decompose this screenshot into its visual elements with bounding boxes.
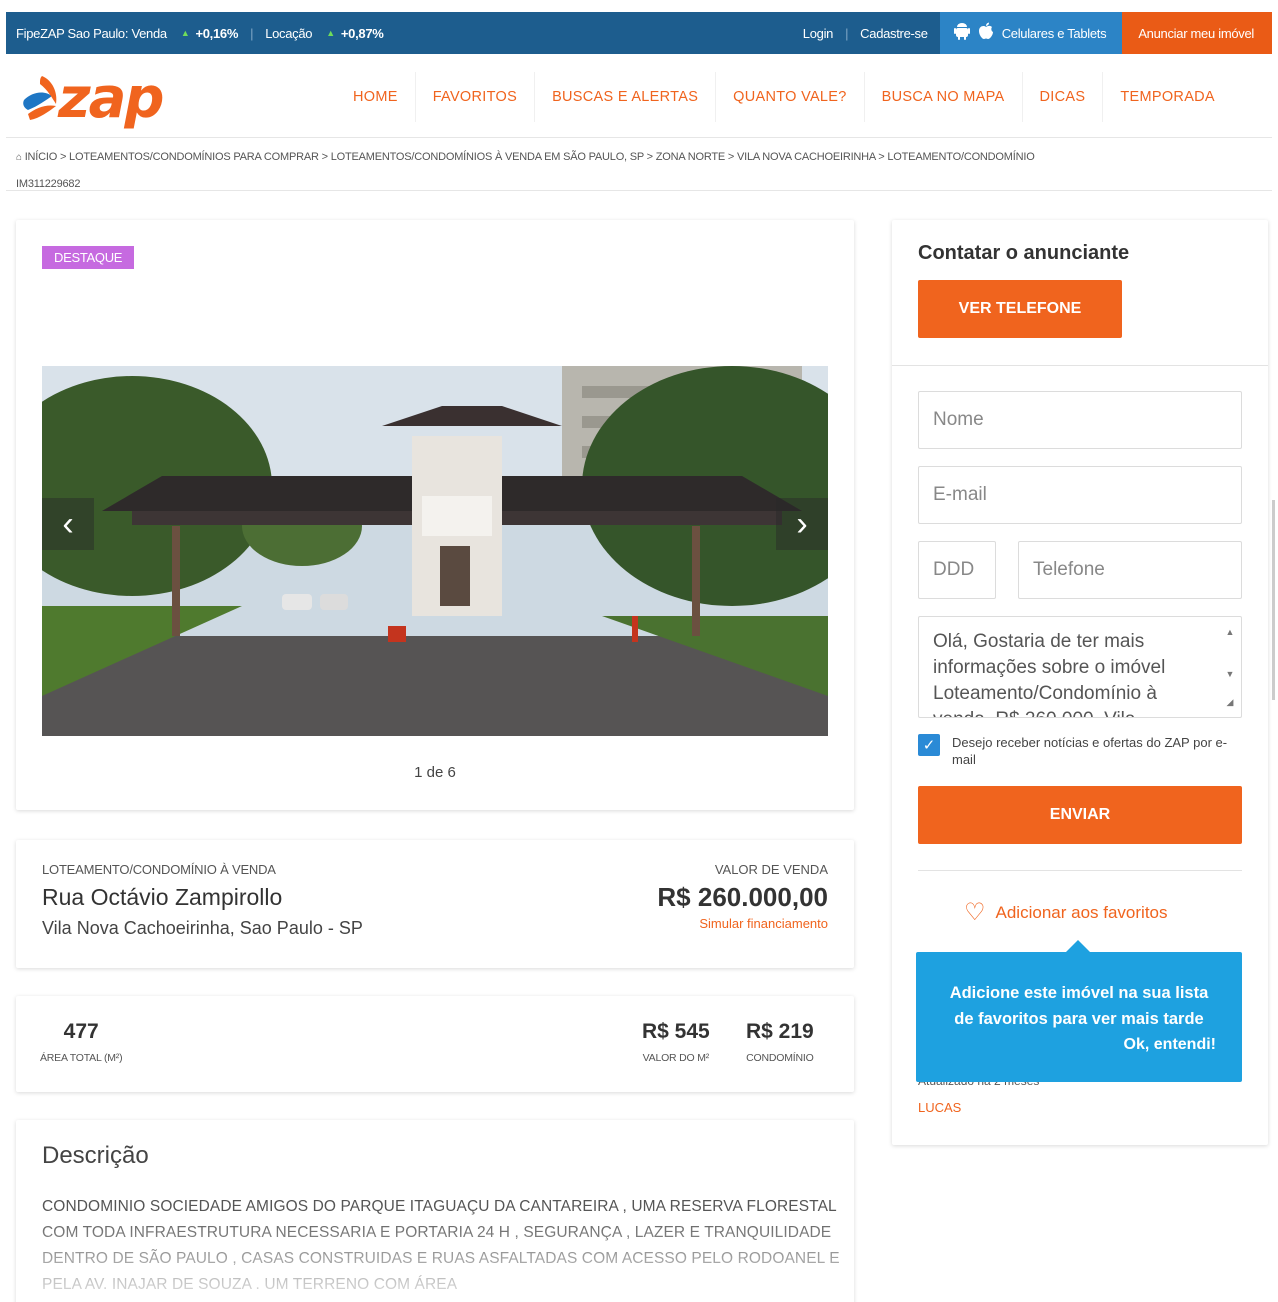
email-field[interactable]: E-mail — [918, 466, 1242, 524]
tooltip-arrow — [1066, 940, 1090, 952]
nav-favoritos[interactable]: FAVORITOS — [414, 72, 534, 122]
newsletter-checkbox[interactable]: ✓ — [918, 734, 940, 756]
divider — [892, 365, 1268, 366]
arrow-up-icon: ▲ — [180, 28, 190, 38]
newsletter-label: Desejo receber notícias e ofertas do ZAP… — [952, 735, 1228, 767]
tooltip-ok-button[interactable]: Ok, entendi! — [1124, 1032, 1216, 1058]
check-icon: ✓ — [922, 736, 936, 754]
listing-price: R$ 260.000,00 — [657, 882, 828, 912]
previous-photo-button[interactable]: ‹ — [42, 498, 94, 550]
listing-photo[interactable] — [42, 366, 828, 736]
mobile-apps-link[interactable]: Celulares e Tablets — [939, 12, 1123, 54]
tooltip-text: Adicione este imóvel na sua lista de fav… — [949, 984, 1209, 1028]
logo-wordmark: zap — [58, 66, 164, 131]
page-scrollbar[interactable] — [1272, 500, 1275, 700]
android-icon — [953, 22, 970, 45]
arrow-up-icon: ▲ — [326, 28, 335, 38]
separator: | — [845, 25, 849, 41]
nav-dicas[interactable]: DICAS — [1021, 72, 1103, 122]
show-phone-button[interactable]: VER TELEFONE — [918, 280, 1122, 338]
divider — [918, 870, 1242, 871]
sqm-stat: R$ 545 VALOR DO M² — [642, 1020, 710, 1064]
sqm-value: R$ 545 — [642, 1020, 710, 1043]
photo-gallery: DESTAQUE ‹ › 1 de 6 — [16, 220, 854, 810]
chevron-left-icon: ‹ — [62, 504, 74, 543]
listing-street: Rua Octávio Zampirollo — [42, 884, 283, 910]
ddd-field[interactable]: DDD — [918, 541, 996, 599]
divider — [6, 190, 1272, 191]
separator: | — [250, 25, 254, 41]
main-nav: HOME FAVORITOS BUSCAS E ALERTAS QUANTO V… — [336, 72, 1232, 122]
condo-label: CONDOMÍNIO — [746, 1052, 814, 1064]
area-value: 477 — [63, 1020, 99, 1043]
next-photo-button[interactable]: › — [776, 498, 828, 550]
nav-busca-mapa[interactable]: BUSCA NO MAPA — [863, 72, 1022, 122]
fipezap-index: FipeZAP Sao Paulo: Venda ▲ +0,16% | Loca… — [6, 26, 803, 41]
login-link[interactable]: Login — [803, 26, 834, 41]
nav-home[interactable]: HOME — [336, 72, 415, 122]
signup-link[interactable]: Cadastre-se — [860, 26, 928, 41]
area-stat: 477 ÁREA TOTAL (M²) — [40, 1020, 123, 1064]
advertiser-link[interactable]: LUCAS — [918, 1100, 961, 1115]
photo-counter: 1 de 6 — [414, 764, 456, 781]
heart-icon: ♡ — [964, 899, 986, 926]
message-text: Olá, Gostaria de ter mais informações so… — [933, 631, 1166, 717]
resize-handle-icon[interactable]: ◢ — [1221, 689, 1239, 707]
phone-field[interactable]: Telefone — [1018, 541, 1242, 599]
venda-change: +0,16% — [195, 25, 239, 41]
top-bar: FipeZAP Sao Paulo: Venda ▲ +0,16% | Loca… — [6, 12, 1272, 54]
home-icon: ⌂ — [16, 152, 22, 163]
listing-info: LOTEAMENTO/CONDOMÍNIO À VENDA Rua Octávi… — [16, 840, 854, 968]
listing-neighborhood: Vila Nova Cachoeirinha, Sao Paulo - SP — [42, 918, 363, 938]
description-fade — [16, 1210, 854, 1302]
scroll-up-icon: ▲ — [1225, 627, 1235, 637]
contact-title: Contatar o anunciante — [918, 242, 1130, 264]
zap-logo[interactable]: zap — [16, 62, 176, 132]
listing-stats: 477 ÁREA TOTAL (M²) R$ 545 VALOR DO M² R… — [16, 996, 854, 1092]
nav-quanto-vale[interactable]: QUANTO VALE? — [715, 72, 863, 122]
favorite-tooltip: Adicione este imóvel na sua lista de fav… — [916, 940, 1242, 1082]
area-label: ÁREA TOTAL (M²) — [40, 1052, 123, 1064]
highlight-badge: DESTAQUE — [42, 246, 135, 269]
name-field[interactable]: Nome — [918, 391, 1242, 449]
site-header: zap HOME FAVORITOS BUSCAS E ALERTAS QUAN… — [6, 54, 1272, 138]
locacao-label: Locação — [265, 25, 313, 41]
nav-temporada[interactable]: TEMPORADA — [1102, 72, 1232, 122]
sqm-label: VALOR DO M² — [642, 1052, 710, 1064]
scroll-down-icon: ▼ — [1225, 669, 1235, 679]
condo-stat: R$ 219 CONDOMÍNIO — [746, 1020, 814, 1064]
account-links: Login | Cadastre-se — [803, 26, 928, 41]
newsletter-option: ✓ Desejo receber notícias e ofertas do Z… — [918, 734, 1248, 768]
listing-type: LOTEAMENTO/CONDOMÍNIO À VENDA — [42, 862, 276, 877]
breadcrumb-path[interactable]: INÍCIO > LOTEAMENTOS/CONDOMÍNIOS PARA CO… — [25, 151, 1035, 163]
apps-label: Celulares e Tablets — [1001, 25, 1107, 41]
nav-buscas-alertas[interactable]: BUSCAS E ALERTAS — [534, 72, 715, 122]
textarea-scrollbar[interactable]: ▲ ▼ ◢ — [1221, 619, 1239, 715]
apple-icon — [978, 22, 994, 45]
description-title: Descrição — [42, 1142, 149, 1169]
listing-id: IM311229682 — [16, 178, 81, 190]
fipezap-label: FipeZAP Sao Paulo: Venda — [16, 25, 167, 41]
simulate-financing-link[interactable]: Simular financiamento — [699, 916, 828, 931]
advertise-button[interactable]: Anunciar meu imóvel — [1122, 12, 1272, 54]
locacao-change: +0,87% — [340, 25, 384, 41]
add-favorite-button[interactable]: ♡ Adicionar aos favoritos — [964, 898, 1168, 927]
message-textarea[interactable]: Olá, Gostaria de ter mais informações so… — [918, 616, 1242, 718]
chevron-right-icon: › — [796, 504, 808, 543]
favorite-label: Adicionar aos favoritos — [995, 902, 1168, 922]
price-label: VALOR DE VENDA — [714, 862, 828, 877]
send-button[interactable]: ENVIAR — [918, 786, 1242, 844]
condo-value: R$ 219 — [746, 1020, 814, 1043]
